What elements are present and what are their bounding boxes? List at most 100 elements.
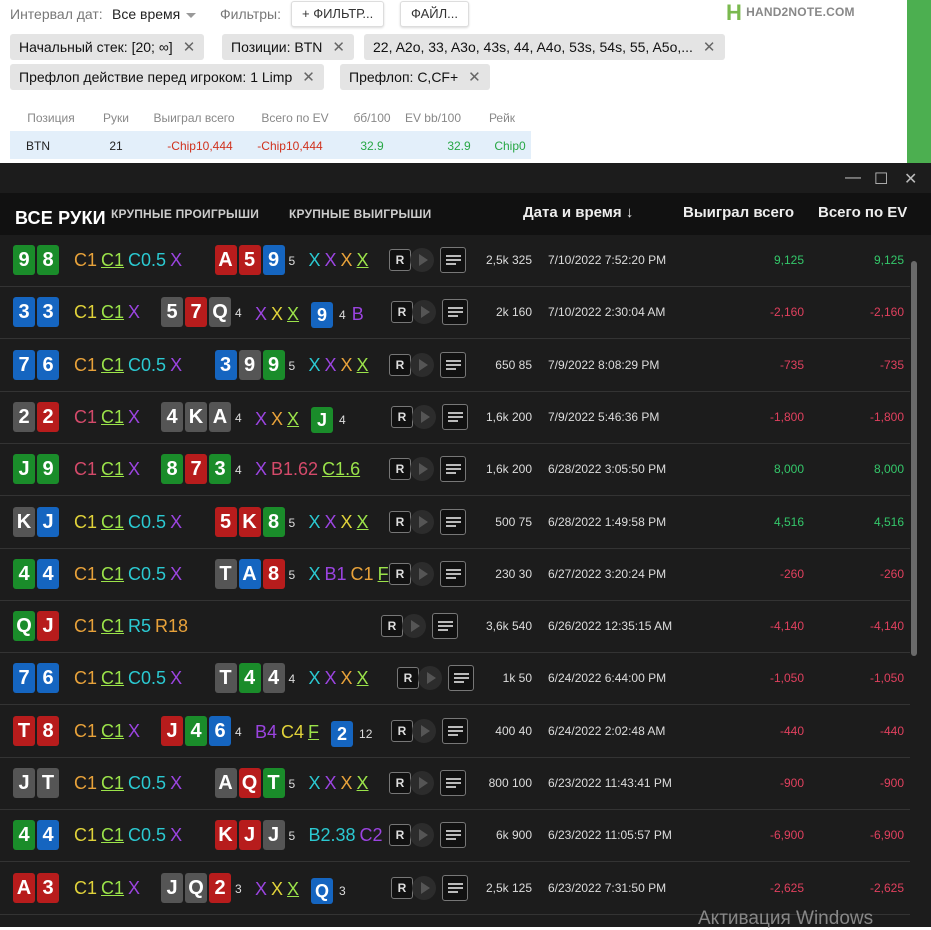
tab-all-hands[interactable]: ВСЕ РУКИ [15, 208, 106, 229]
column-date-sort[interactable]: Дата и время ↓ [523, 204, 633, 221]
replay-button[interactable]: R [389, 510, 411, 533]
hand-row[interactable]: 2 2 C1 C1 X 4 K A 4 X X X J 4 R 1,6k 200 7/9/2022 5:46:3… [0, 391, 910, 444]
column-header[interactable]: EV bb/100 [398, 111, 468, 125]
close-icon[interactable]: ✕ [183, 39, 196, 56]
replay-button[interactable]: R [389, 562, 411, 585]
close-icon[interactable]: ✕ [703, 39, 716, 56]
tab-big-losses[interactable]: КРУПНЫЕ ПРОИГРЫШИ [111, 207, 259, 221]
scrollbar-thumb[interactable] [911, 261, 917, 656]
replay-button[interactable]: R [391, 405, 413, 428]
replay-button[interactable]: R [389, 458, 411, 481]
list-icon[interactable] [440, 508, 466, 535]
hole-card: 4 [13, 820, 35, 851]
filter-chip[interactable]: Начальный стек: [20; ∞] ✕ [10, 34, 205, 60]
ev-value: -6,900 [869, 828, 904, 843]
play-icon[interactable] [412, 875, 436, 900]
column-header[interactable]: Выиграл всего [144, 111, 244, 125]
play-icon[interactable] [410, 823, 434, 848]
file-button[interactable]: ФАЙЛ... [400, 1, 469, 27]
list-icon[interactable] [442, 717, 468, 744]
replay-button[interactable]: R [391, 301, 413, 324]
replay-button[interactable]: R [389, 249, 411, 271]
action-token: X [340, 511, 353, 532]
replay-button[interactable]: R [381, 615, 403, 638]
replay-button[interactable]: R [389, 824, 411, 847]
column-header[interactable]: Рейк [472, 111, 532, 125]
minimize-icon[interactable]: — [845, 169, 861, 187]
list-icon[interactable] [442, 403, 468, 430]
play-icon[interactable] [410, 771, 434, 795]
hand-row[interactable]: J 9 C1 C1 X 8 7 3 4 X B1.62 C1.6 R 1,6k 200 6/28/2022 … [0, 444, 910, 497]
date-range-dropdown[interactable]: Все время [112, 6, 197, 22]
turn-card: J [311, 406, 334, 433]
close-icon[interactable]: ✕ [904, 169, 917, 189]
action-token: X [128, 877, 141, 898]
hand-row[interactable]: 7 6 C1 C1 C0.5 X 3 9 9 5 X X X X R 650 85 7/9/2022 8:08:… [0, 339, 910, 392]
action-token: X [356, 511, 369, 532]
list-icon[interactable] [440, 560, 466, 587]
datetime-text: 6/28/2022 1:49:58 PM [548, 514, 667, 529]
action-token: X [324, 668, 337, 689]
filter-chip[interactable]: Позиции: BTN ✕ [222, 34, 354, 60]
summary-data-row[interactable]: BTN 21 -Chip10,444 -Chip10,444 32.9 32.9… [10, 131, 531, 159]
play-icon[interactable] [410, 561, 434, 586]
play-icon[interactable] [402, 614, 426, 639]
replay-button[interactable]: R [391, 719, 413, 742]
postflop-actions: B2.38 C2 [309, 825, 387, 846]
filter-chip[interactable]: Префлоп действие перед игроком: 1 Limp ✕ [10, 64, 324, 90]
replay-button[interactable]: R [389, 772, 411, 794]
hand-row[interactable]: Q J C1 C1 R5 R18 R 3,6k 540 6/26/2022 12:35:15 A… [0, 601, 910, 654]
filter-panel: Интервал дат: Все время Фильтры: + ФИЛЬТ… [0, 0, 931, 163]
hole-card: 7 [13, 663, 35, 694]
stakes-text: 1,6k 200 [485, 462, 532, 477]
play-icon[interactable] [412, 300, 436, 325]
list-icon[interactable] [442, 874, 468, 901]
hand-row[interactable]: T 8 C1 C1 X J 4 6 4 B4 C4 F 2 12 R 400 40 6/24/2022 2:02… [0, 705, 910, 758]
play-icon[interactable] [418, 666, 442, 691]
tab-big-wins[interactable]: КРУПНЫЕ ВЫИГРЫШИ [289, 207, 432, 221]
column-header[interactable]: бб/100 [342, 111, 402, 125]
filter-chip[interactable]: Префлоп: C,CF+ ✕ [340, 64, 490, 90]
replay-button[interactable]: R [391, 876, 413, 899]
scrollbar[interactable] [910, 235, 918, 927]
column-header[interactable]: Руки [96, 111, 136, 125]
hand-row[interactable]: 3 3 C1 C1 X 5 7 Q 4 X X X 9 4 B R 2k 160 7/10/2022 2:30:0… [0, 287, 910, 340]
list-icon[interactable] [432, 613, 458, 640]
hand-row[interactable]: 4 4 C1 C1 C0.5 X K J J 5 B2.38 C2 R 6k 900 6/23/2022 1… [0, 810, 910, 863]
hand-row[interactable]: J T C1 C1 C0.5 X A Q T 5 X X X X R 800 100 6/23/2022 11:… [0, 758, 910, 810]
close-icon[interactable]: ✕ [468, 69, 481, 86]
play-icon[interactable] [410, 457, 434, 482]
close-icon[interactable]: ✕ [302, 69, 315, 86]
play-icon[interactable] [410, 352, 434, 377]
maximize-icon[interactable]: ☐ [874, 169, 888, 189]
column-header[interactable]: Позиция [16, 111, 86, 125]
hand-row[interactable]: A 3 C1 C1 X J Q 2 3 X X X Q 3 R 2,5k 125 6/23/2022 7:31:… [0, 862, 910, 915]
replay-button[interactable]: R [397, 667, 419, 690]
add-filter-button[interactable]: + ФИЛЬТР... [291, 1, 385, 27]
list-icon[interactable] [440, 456, 466, 483]
close-icon[interactable]: ✕ [332, 39, 345, 56]
action-token: X [308, 668, 321, 689]
action-token: C1 [101, 877, 125, 898]
play-icon[interactable] [410, 248, 434, 272]
hand-row[interactable]: K J C1 C1 C0.5 X 5 K 8 5 X X X X R 500 75 6/28/2022 1:49… [0, 496, 910, 549]
list-icon[interactable] [440, 770, 466, 796]
won-value: -1,800 [769, 409, 804, 424]
column-header[interactable]: Всего по EV [250, 111, 340, 125]
list-icon[interactable] [440, 822, 466, 849]
filter-chip[interactable]: 22, A2o, 33, A3o, 43s, 44, A4o, 53s, 54s… [364, 34, 725, 60]
list-icon[interactable] [448, 665, 474, 692]
play-icon[interactable] [412, 404, 436, 429]
hole-card: T [13, 715, 35, 746]
hand-row[interactable]: 7 6 C1 C1 C0.5 X T 4 4 4 X X X X R 1k 50 6/24/2022 6:44:… [0, 653, 910, 706]
play-icon[interactable] [412, 718, 436, 743]
replay-button[interactable]: R [389, 353, 411, 376]
hand-row[interactable]: 9 8 C1 C1 C0.5 X A 5 9 5 X X X X R 2,5k 325 7/10/2022 7:… [0, 235, 910, 287]
hand-row[interactable]: 4 4 C1 C1 C0.5 X T A 8 5 X B1 C1 F R 230 30 6/27/2022 3:… [0, 548, 910, 601]
list-icon[interactable] [442, 299, 468, 326]
list-icon[interactable] [440, 247, 466, 273]
column-ev-total[interactable]: Всего по EV [818, 204, 907, 221]
play-icon[interactable] [410, 509, 434, 534]
list-icon[interactable] [440, 351, 466, 378]
column-won-total[interactable]: Выиграл всего [683, 204, 794, 221]
